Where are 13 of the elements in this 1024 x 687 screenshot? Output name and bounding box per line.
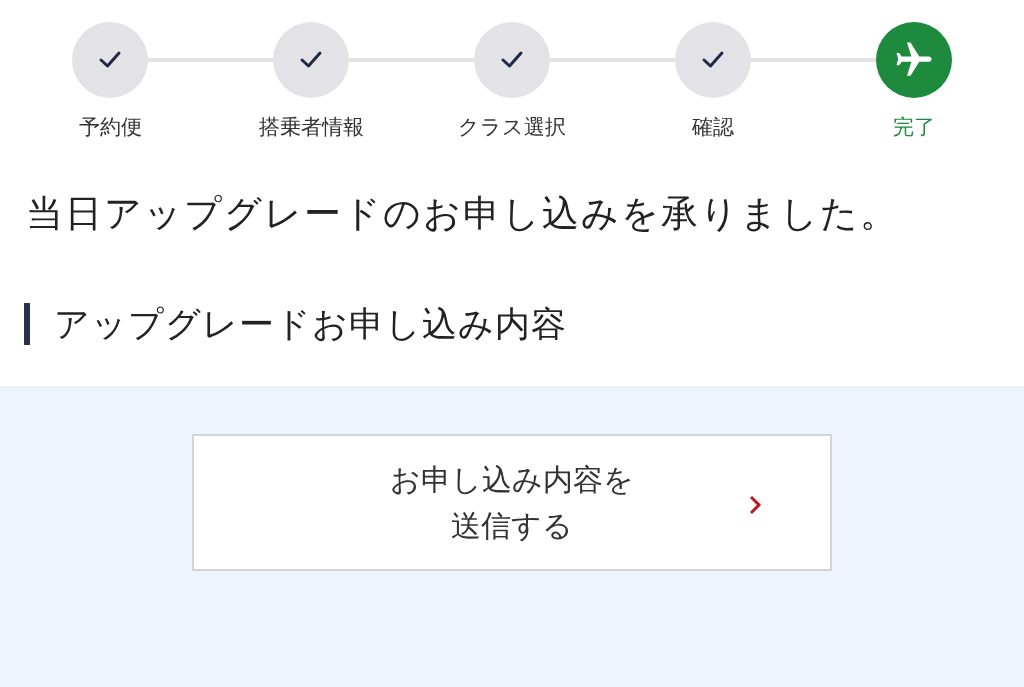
section-heading: アップグレードお申し込み内容 (54, 302, 567, 346)
step-label: 搭乗者情報 (258, 114, 364, 141)
check-icon (700, 50, 725, 70)
check-icon (500, 50, 524, 70)
step-label: 完了 (892, 114, 935, 141)
chevron-right-icon (748, 494, 762, 516)
confirmation-message: 当日アップグレードのお申し込みを承りました。 (25, 190, 900, 237)
step-label: 予約便 (78, 114, 142, 141)
check-icon (299, 50, 324, 70)
send-button[interactable]: お申し込み内容を 送信する (192, 434, 832, 571)
step-label: クラス選択 (458, 114, 566, 141)
check-icon (98, 50, 123, 70)
step-label: 確認 (691, 114, 734, 141)
